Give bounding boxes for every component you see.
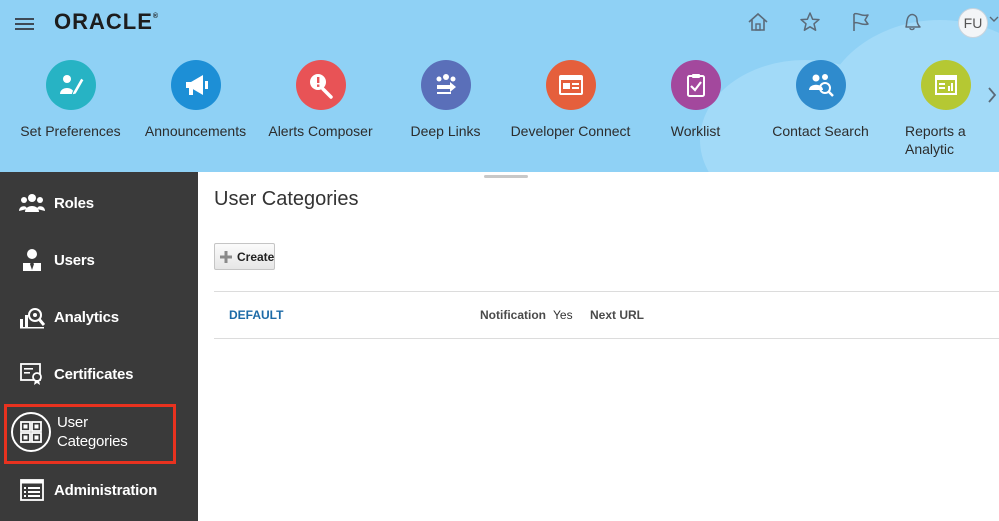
sidebar-item-analytics[interactable]: Analytics [0,294,198,340]
app-announcements[interactable]: Announcements [133,60,258,140]
set-preferences-icon [45,60,96,110]
app-set-preferences[interactable]: Set Preferences [8,60,133,140]
sidebar-item-label: Certificates [54,365,134,383]
sidebar-item-label: Administration [54,481,158,499]
page-title: User Categories [214,188,359,210]
contact-search-icon [795,60,846,110]
sidebar-item-roles[interactable]: Roles [0,180,198,226]
megaphone-icon [170,60,221,110]
app-label: Reports a Analytic [905,123,966,157]
sidebar-item-certificates[interactable]: Certificates [0,351,198,397]
app-label: Contact Search [772,123,869,139]
sidebar-item-users[interactable]: Users [0,237,198,283]
notifications-bell-icon[interactable] [900,10,924,34]
app-worklist[interactable]: Worklist [633,60,758,140]
analytics-icon [19,304,45,330]
resize-handle[interactable] [484,175,528,178]
user-avatar[interactable]: FU [958,8,988,38]
app-reports-analytics[interactable]: Reports a Analytic [883,60,999,158]
app-label: Set Preferences [20,123,121,139]
highlight-box [4,404,176,464]
app-deep-links[interactable]: Deep Links [383,60,508,140]
users-icon [19,247,45,273]
app-developer-connect[interactable]: Developer Connect [508,60,633,140]
chevron-right-icon[interactable] [985,82,999,108]
developer-connect-icon [545,60,596,110]
sidebar-item-administration[interactable]: Administration [0,467,198,513]
sidebar-item-label: Users [54,251,95,269]
home-icon[interactable] [746,10,770,34]
app-contact-search[interactable]: Contact Search [758,60,883,140]
divider [214,338,999,339]
header-banner: ORACLE® FU Set Preferences Announcements… [0,0,999,172]
menu-icon[interactable] [15,15,34,31]
roles-icon [19,190,45,216]
clipboard-check-icon [670,60,721,110]
sidebar-item-label: Roles [54,194,94,212]
app-alerts-composer[interactable]: Alerts Composer [258,60,383,140]
divider [214,291,999,292]
category-link-default[interactable]: DEFAULT [229,308,283,322]
oracle-logo: ORACLE® [54,9,160,34]
app-label: Deep Links [410,123,481,139]
notification-value: Yes [553,308,573,322]
app-label: Developer Connect [510,123,631,139]
flag-icon[interactable] [849,10,873,34]
deep-links-icon [420,60,471,110]
notification-label: Notification [480,308,546,322]
app-label: Worklist [670,123,721,139]
app-label: Alerts Composer [268,123,373,139]
favorites-icon[interactable] [798,10,822,34]
plus-icon [220,251,232,263]
app-label: Announcements [144,123,247,139]
create-button-label: Create [237,249,275,264]
create-button[interactable]: Create [214,243,275,270]
reports-icon [920,60,971,110]
certificates-icon [19,361,45,387]
administration-icon [19,477,45,503]
alert-wrench-icon [295,60,346,110]
next-url-label: Next URL [590,308,645,322]
sidebar-item-label: Analytics [54,308,119,326]
chevron-down-icon[interactable] [989,14,999,24]
